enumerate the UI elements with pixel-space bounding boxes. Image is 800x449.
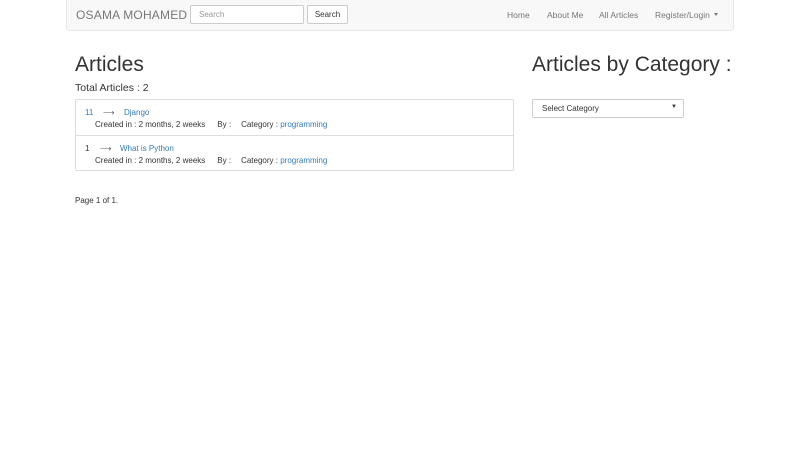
search-input[interactable]	[190, 5, 304, 24]
article-meta: Created in : 2 months, 2 weeks By : Catego…	[95, 120, 327, 129]
nav-register-login-label: Register/Login	[655, 10, 710, 20]
navbar: OSAMA MOHAMED Search Home About Me All A…	[66, 0, 734, 31]
author-label: By :	[217, 156, 232, 165]
created-date: Created in : 2 months, 2 weeks	[95, 156, 206, 165]
category-link[interactable]: programming	[280, 156, 327, 165]
nav-all-articles[interactable]: All Articles	[599, 10, 638, 20]
category-link[interactable]: programming	[280, 120, 327, 129]
nav-about-me[interactable]: About Me	[547, 10, 583, 20]
category-label: Category :	[241, 120, 278, 129]
article-list: 11 ⟶ Django Created in : 2 months, 2 wee…	[75, 99, 514, 171]
category-select-value: Select Category	[542, 104, 599, 113]
list-item: 1 ⟶ What is Python Created in : 2 months…	[76, 135, 513, 170]
article-title-link[interactable]: What is Python	[120, 144, 174, 153]
total-articles: Total Articles : 2	[75, 82, 149, 94]
article-number[interactable]: 11	[85, 108, 93, 117]
brand-link[interactable]: OSAMA MOHAMED	[76, 8, 187, 22]
article-number: 1	[85, 144, 90, 153]
nav-register-login-dropdown[interactable]: Register/Login	[655, 10, 718, 20]
article-title-link[interactable]: Django	[124, 108, 149, 117]
list-item: 11 ⟶ Django Created in : 2 months, 2 wee…	[76, 100, 513, 135]
caret-down-icon	[713, 13, 718, 16]
category-section-title: Articles by Category :	[532, 53, 732, 76]
pagination-status: Page 1 of 1.	[75, 196, 119, 205]
article-meta: Created in : 2 months, 2 weeks By : Catego…	[95, 156, 327, 165]
arrow-right-icon: ⟶	[103, 108, 115, 117]
category-select[interactable]: Select Category ▼	[532, 99, 684, 118]
arrow-right-icon: ⟶	[100, 144, 112, 153]
nav-home[interactable]: Home	[507, 10, 530, 20]
page-title: Articles	[75, 53, 144, 76]
search-button[interactable]: Search	[307, 5, 348, 24]
dropdown-arrow-icon: ▼	[671, 104, 677, 110]
created-date: Created in : 2 months, 2 weeks	[95, 120, 206, 129]
category-label: Category :	[241, 156, 278, 165]
author-label: By :	[217, 120, 232, 129]
